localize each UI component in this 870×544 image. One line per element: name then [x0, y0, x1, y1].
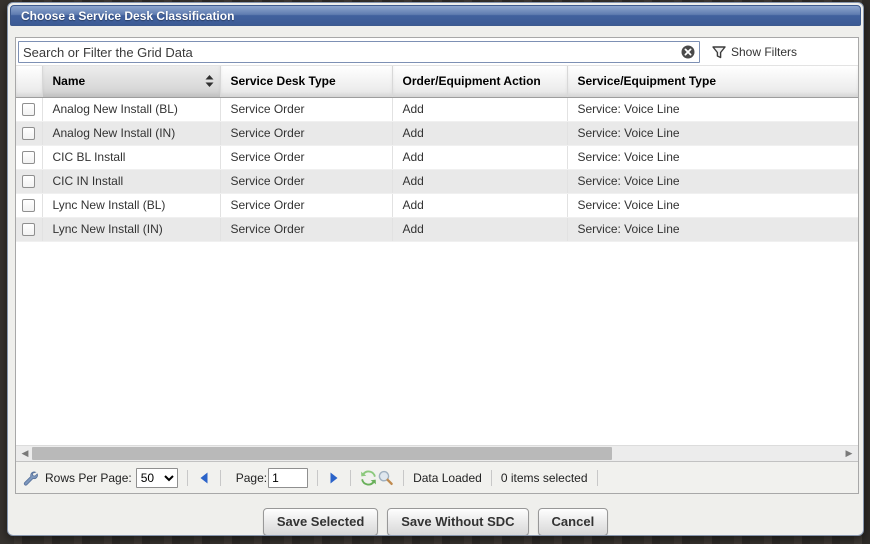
sdc-table: Name Service Desk Type Order/Equi — [16, 66, 858, 242]
dialog-titlebar[interactable]: Choose a Service Desk Classification — [10, 5, 861, 26]
cell-service-desk-type[interactable]: Service Order — [220, 217, 392, 241]
cell-name[interactable]: Analog New Install (BL) — [42, 97, 220, 121]
cell-order-equipment-action[interactable]: Add — [392, 169, 567, 193]
toolbar-separator — [403, 470, 404, 486]
rows-per-page-select[interactable]: 50 — [136, 468, 178, 488]
search-input[interactable] — [18, 41, 700, 63]
show-filters-label: Show Filters — [731, 45, 797, 59]
column-header-order-equipment-action[interactable]: Order/Equipment Action — [392, 66, 567, 97]
show-filters-button[interactable]: Show Filters — [712, 45, 797, 59]
prev-page-icon[interactable] — [197, 471, 211, 485]
toolbar-separator — [317, 470, 318, 486]
row-checkbox-cell — [16, 121, 42, 145]
page-label: Page: — [236, 471, 267, 485]
cell-service-desk-type[interactable]: Service Order — [220, 193, 392, 217]
page-number-input[interactable] — [268, 468, 308, 488]
sort-arrows-icon[interactable] — [205, 75, 214, 87]
column-header-name[interactable]: Name — [42, 66, 220, 97]
cancel-button[interactable]: Cancel — [538, 508, 609, 536]
cell-service-equipment-type[interactable]: Service: Voice Line — [567, 169, 858, 193]
scrollbar-thumb[interactable] — [32, 447, 612, 460]
table-row[interactable]: CIC BL Install Service Order Add Service… — [16, 145, 858, 169]
dialog-footer: Save Selected Save Without SDC Cancel — [8, 508, 863, 536]
toolbar-separator — [491, 470, 492, 486]
cell-order-equipment-action[interactable]: Add — [392, 97, 567, 121]
scroll-left-arrow-icon[interactable]: ◀ — [18, 446, 32, 461]
table-row[interactable]: Lync New Install (IN) Service Order Add … — [16, 217, 858, 241]
toolbar-separator — [220, 470, 221, 486]
table-row[interactable]: Analog New Install (BL) Service Order Ad… — [16, 97, 858, 121]
table-row[interactable]: Lync New Install (BL) Service Order Add … — [16, 193, 858, 217]
save-without-sdc-button[interactable]: Save Without SDC — [387, 508, 528, 536]
row-checkbox[interactable] — [22, 103, 35, 116]
cell-service-desk-type[interactable]: Service Order — [220, 97, 392, 121]
search-bar: Show Filters — [16, 38, 858, 66]
row-checkbox-cell — [16, 97, 42, 121]
row-checkbox-cell — [16, 169, 42, 193]
grid-panel: Show Filters Name — [15, 37, 859, 494]
row-checkbox[interactable] — [22, 199, 35, 212]
pagination-toolbar: Rows Per Page: 50 Page: — [16, 461, 858, 493]
wrench-icon[interactable] — [22, 470, 39, 486]
scroll-right-arrow-icon[interactable]: ▶ — [842, 446, 856, 461]
cell-name[interactable]: CIC IN Install — [42, 169, 220, 193]
data-loaded-status: Data Loaded — [413, 471, 482, 485]
row-checkbox[interactable] — [22, 127, 35, 140]
column-header-service-desk-type[interactable]: Service Desk Type — [220, 66, 392, 97]
row-checkbox-cell — [16, 145, 42, 169]
cell-order-equipment-action[interactable]: Add — [392, 121, 567, 145]
cell-name[interactable]: Lync New Install (BL) — [42, 193, 220, 217]
header-checkbox-spacer — [16, 66, 42, 97]
magnifier-icon[interactable] — [377, 470, 394, 486]
row-checkbox[interactable] — [22, 175, 35, 188]
row-checkbox[interactable] — [22, 223, 35, 236]
cell-name[interactable]: Lync New Install (IN) — [42, 217, 220, 241]
table-row[interactable]: Analog New Install (IN) Service Order Ad… — [16, 121, 858, 145]
cell-service-desk-type[interactable]: Service Order — [220, 145, 392, 169]
rows-per-page-label: Rows Per Page: — [45, 471, 132, 485]
toolbar-separator — [597, 470, 598, 486]
grid-empty-area — [16, 242, 858, 446]
funnel-icon — [712, 46, 726, 59]
refresh-icon[interactable] — [360, 470, 377, 486]
cell-name[interactable]: Analog New Install (IN) — [42, 121, 220, 145]
cell-service-equipment-type[interactable]: Service: Voice Line — [567, 217, 858, 241]
table-row[interactable]: CIC IN Install Service Order Add Service… — [16, 169, 858, 193]
row-checkbox-cell — [16, 217, 42, 241]
cell-service-equipment-type[interactable]: Service: Voice Line — [567, 193, 858, 217]
clear-search-icon[interactable] — [681, 45, 695, 59]
row-checkbox[interactable] — [22, 151, 35, 164]
cell-name[interactable]: CIC BL Install — [42, 145, 220, 169]
toolbar-separator — [350, 470, 351, 486]
items-selected-count: 0 items selected — [501, 471, 588, 485]
cell-service-equipment-type[interactable]: Service: Voice Line — [567, 121, 858, 145]
cell-order-equipment-action[interactable]: Add — [392, 193, 567, 217]
column-header-service-equipment-type[interactable]: Service/Equipment Type — [567, 66, 858, 97]
row-checkbox-cell — [16, 193, 42, 217]
cell-service-equipment-type[interactable]: Service: Voice Line — [567, 145, 858, 169]
page-backdrop: Choose a Service Desk Classification Sho… — [0, 0, 870, 544]
next-page-icon[interactable] — [327, 471, 341, 485]
cell-order-equipment-action[interactable]: Add — [392, 217, 567, 241]
cell-service-desk-type[interactable]: Service Order — [220, 169, 392, 193]
dialog-choose-sdc: Choose a Service Desk Classification Sho… — [7, 2, 864, 536]
horizontal-scrollbar[interactable]: ◀ ▶ — [16, 445, 858, 461]
cell-service-equipment-type[interactable]: Service: Voice Line — [567, 97, 858, 121]
dialog-title: Choose a Service Desk Classification — [21, 9, 234, 23]
table-header-row: Name Service Desk Type Order/Equi — [16, 66, 858, 97]
toolbar-separator — [187, 470, 188, 486]
save-selected-button[interactable]: Save Selected — [263, 508, 378, 536]
cell-order-equipment-action[interactable]: Add — [392, 145, 567, 169]
cell-service-desk-type[interactable]: Service Order — [220, 121, 392, 145]
search-input-wrap — [18, 41, 700, 63]
